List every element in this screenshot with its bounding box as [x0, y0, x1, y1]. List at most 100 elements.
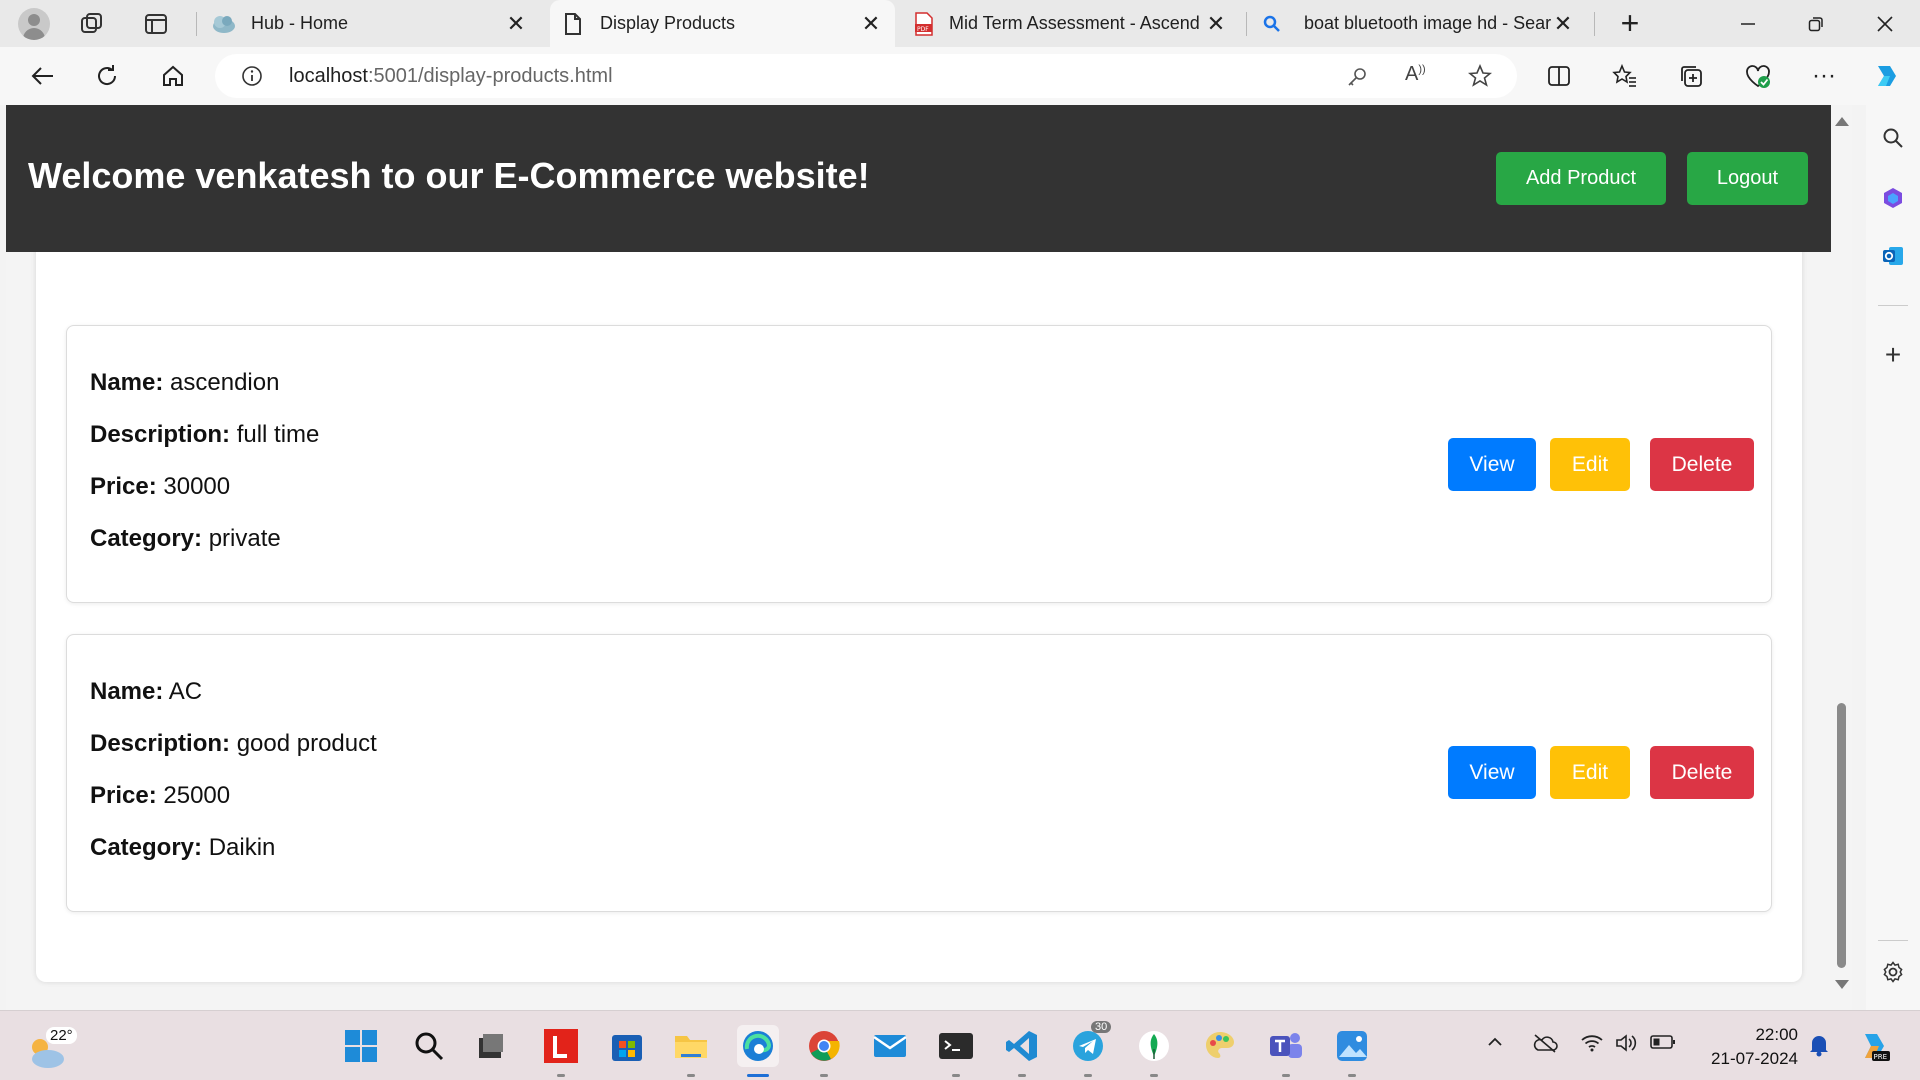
scroll-up-arrow-icon[interactable] [1835, 117, 1849, 126]
collections-icon[interactable] [1671, 56, 1711, 96]
back-arrow-icon[interactable] [22, 56, 62, 96]
description-value: full time [236, 421, 320, 448]
photos-icon[interactable] [1331, 1025, 1373, 1077]
tab-actions-icon[interactable] [142, 10, 170, 38]
product-price: Price: 25000 [90, 782, 230, 810]
add-product-button[interactable]: Add Product [1496, 152, 1666, 205]
taskbar-search-icon[interactable] [408, 1025, 450, 1067]
delete-button[interactable]: Delete [1650, 746, 1754, 799]
sidebar-divider [1878, 305, 1908, 306]
svg-text:PRE: PRE [1874, 1053, 1888, 1061]
sidebar-settings-gear-icon[interactable] [1878, 957, 1908, 987]
view-button[interactable]: View [1448, 438, 1536, 491]
onedrive-offline-icon[interactable] [1532, 1033, 1558, 1059]
wifi-icon[interactable] [1580, 1033, 1604, 1059]
paint-icon[interactable] [1199, 1025, 1241, 1067]
description-label: Description: [90, 730, 231, 757]
weather-widget[interactable]: 22° [26, 1021, 86, 1071]
browser-essentials-icon[interactable] [1738, 56, 1778, 96]
profile-avatar[interactable] [18, 8, 50, 40]
key-icon[interactable] [1345, 65, 1369, 89]
lenovo-app-icon[interactable] [540, 1025, 582, 1077]
sidebar-outlook-icon[interactable] [1878, 241, 1908, 271]
favorites-icon[interactable] [1605, 56, 1645, 96]
file-explorer-icon[interactable] [670, 1025, 712, 1077]
tab-display-products[interactable]: Display Products ✕ [550, 0, 895, 47]
product-name: Name: ascendion [90, 369, 279, 397]
tab-label: boat bluetooth image hd - Sear [1304, 13, 1552, 33]
price-value: 30000 [163, 473, 231, 500]
tab-label: Display Products [600, 13, 736, 33]
svg-text:PDF: PDF [917, 26, 929, 33]
close-tab-icon[interactable]: ✕ [1202, 10, 1230, 38]
page-scrollbar[interactable] [1831, 105, 1852, 1010]
more-options-icon[interactable]: ··· [1804, 56, 1844, 96]
favorite-star-icon[interactable] [1467, 63, 1493, 88]
refresh-icon[interactable] [87, 56, 127, 96]
tab-strip: Hub - Home ✕ Display Products ✕ PDF Mid … [0, 0, 1920, 47]
running-indicator [1018, 1074, 1026, 1077]
scroll-down-arrow-icon[interactable] [1835, 980, 1849, 989]
close-tab-icon[interactable]: ✕ [857, 10, 885, 38]
sidebar-shopping-icon[interactable] [1878, 183, 1908, 213]
category-label: Category: [90, 834, 203, 861]
sidebar-search-icon[interactable] [1878, 123, 1908, 153]
info-icon[interactable] [241, 65, 263, 87]
delete-button[interactable]: Delete [1650, 438, 1754, 491]
sidebar-add-plus-icon[interactable]: + [1878, 339, 1908, 370]
category-value: private [208, 525, 281, 552]
microsoft-store-icon[interactable] [606, 1025, 648, 1067]
mongodb-compass-icon[interactable] [1133, 1025, 1175, 1077]
edit-button[interactable]: Edit [1550, 746, 1630, 799]
windows-start-icon[interactable] [340, 1025, 382, 1067]
terminal-icon[interactable] [935, 1025, 977, 1077]
name-value: AC [168, 678, 203, 705]
workspaces-icon[interactable] [78, 10, 106, 38]
address-bar[interactable]: localhost:5001/display-products.html A)) [215, 54, 1517, 98]
tab-boat-search[interactable]: boat bluetooth image hd - Sear ✕ [1252, 0, 1587, 47]
teams-icon[interactable] [1265, 1025, 1307, 1077]
volume-icon[interactable] [1614, 1033, 1640, 1059]
task-view-icon[interactable] [470, 1025, 512, 1067]
copilot-preview-icon[interactable]: PRE [1852, 1025, 1894, 1067]
name-label: Name: [90, 369, 164, 396]
vscode-icon[interactable] [1001, 1025, 1043, 1077]
system-clock[interactable]: 22:00 21-07-2024 [1688, 1023, 1798, 1071]
new-tab-plus-icon[interactable]: + [1600, 0, 1660, 47]
close-window-icon[interactable] [1855, 0, 1915, 47]
close-tab-icon[interactable]: ✕ [502, 10, 530, 38]
close-tab-icon[interactable]: ✕ [1549, 10, 1577, 38]
edge-browser-icon[interactable] [737, 1025, 779, 1077]
running-indicator [1084, 1074, 1092, 1077]
notification-bell-icon[interactable] [1808, 1033, 1830, 1063]
product-card: Name: AC Description: good product Price… [66, 634, 1772, 912]
edit-button[interactable]: Edit [1550, 438, 1630, 491]
battery-icon[interactable] [1650, 1033, 1676, 1056]
product-category: Category: private [90, 525, 281, 553]
browser-sidebar: + [1866, 105, 1920, 1010]
running-indicator [1282, 1074, 1290, 1077]
price-value: 25000 [163, 782, 231, 809]
running-indicator [952, 1074, 960, 1077]
chrome-icon[interactable] [803, 1025, 845, 1077]
tab-separator [1594, 12, 1595, 36]
split-screen-icon[interactable] [1539, 56, 1579, 96]
show-hidden-icons-chevron-icon[interactable] [1486, 1033, 1504, 1057]
restore-icon[interactable] [1786, 0, 1846, 47]
telegram-icon[interactable]: 30 [1067, 1021, 1112, 1077]
running-indicator [1348, 1074, 1356, 1077]
view-button[interactable]: View [1448, 746, 1536, 799]
product-description: Description: good product [90, 730, 377, 758]
description-label: Description: [90, 421, 231, 448]
minimize-icon[interactable] [1718, 0, 1778, 47]
scroll-thumb[interactable] [1837, 703, 1846, 968]
mail-icon[interactable] [869, 1025, 911, 1067]
read-aloud-icon[interactable]: A)) [1405, 63, 1426, 86]
tab-hub-home[interactable]: Hub - Home ✕ [205, 0, 540, 47]
running-indicator [557, 1074, 565, 1077]
home-icon[interactable] [153, 56, 193, 96]
logout-button[interactable]: Logout [1687, 152, 1808, 205]
copilot-icon[interactable] [1866, 56, 1906, 96]
product-card: Name: ascendion Description: full time P… [66, 325, 1772, 603]
tab-mid-term-assessment[interactable]: PDF Mid Term Assessment - Ascendi ✕ [905, 0, 1240, 47]
